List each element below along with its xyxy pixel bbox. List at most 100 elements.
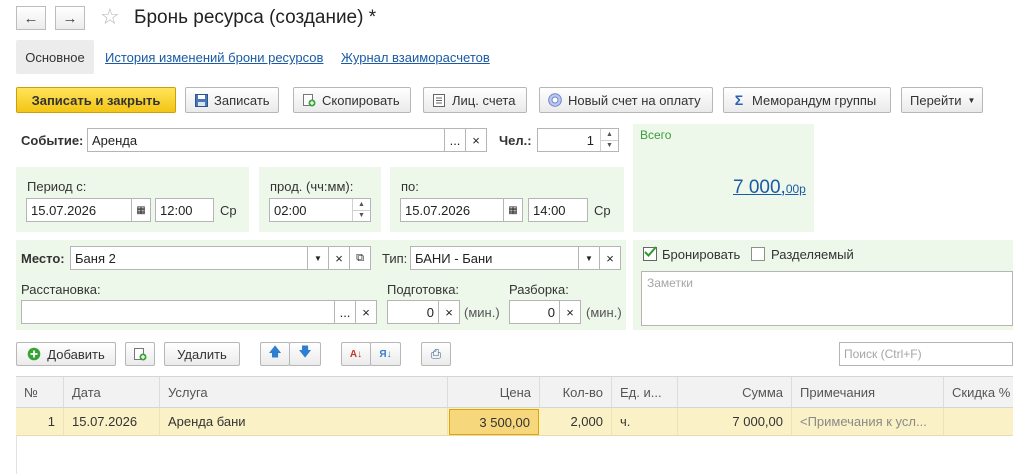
- cell-sum[interactable]: 7 000,00: [678, 408, 792, 435]
- column-header-date[interactable]: Дата: [64, 377, 160, 407]
- shared-checkbox[interactable]: [751, 247, 765, 261]
- day-from-label: Ср: [220, 203, 237, 218]
- teardown-field[interactable]: 0: [509, 300, 560, 324]
- type-dropdown-button[interactable]: ▼: [578, 246, 600, 270]
- event-clear-button[interactable]: ×: [465, 128, 487, 152]
- ellipsis-icon: ...: [449, 132, 461, 148]
- calendar-icon: ▦: [136, 204, 146, 216]
- place-open-button[interactable]: ⧉: [349, 246, 371, 270]
- total-label: Всего: [640, 128, 672, 142]
- date-from-calendar-button[interactable]: ▦: [131, 198, 151, 222]
- place-label: Место:: [21, 251, 65, 266]
- column-header-service[interactable]: Услуга: [160, 377, 448, 407]
- place-dropdown-button[interactable]: ▼: [307, 246, 329, 270]
- cell-notes[interactable]: <Примечания к усл...: [792, 408, 944, 435]
- print-button[interactable]: ⎙: [421, 342, 451, 366]
- new-invoice-label: Новый счет на оплату: [568, 92, 701, 108]
- copy-row-button[interactable]: [125, 342, 155, 366]
- time-from-field[interactable]: 12:00: [155, 198, 214, 222]
- column-header-discount[interactable]: Скидка %: [944, 377, 1013, 407]
- clear-x-icon: ×: [566, 304, 574, 320]
- cell-qty[interactable]: 2,000: [540, 408, 612, 435]
- date-to-calendar-button[interactable]: ▦: [503, 198, 523, 222]
- tab-history-link[interactable]: История изменений брони ресурсов: [105, 50, 323, 65]
- search-input[interactable]: Поиск (Ctrl+F): [839, 342, 1013, 366]
- persons-spin[interactable]: ▲ ▼: [600, 129, 618, 151]
- spin-up-icon[interactable]: ▲: [353, 199, 370, 211]
- column-header-notes[interactable]: Примечания: [792, 377, 944, 407]
- accounts-button[interactable]: Лиц. счета: [423, 87, 527, 113]
- sort-desc-button[interactable]: Я↓: [370, 342, 401, 366]
- back-button[interactable]: ←: [16, 6, 46, 30]
- save-close-button[interactable]: Записать и закрыть: [16, 87, 176, 113]
- goto-dropdown-button[interactable]: Перейти ▼: [901, 87, 983, 113]
- teardown-clear-button[interactable]: ×: [559, 300, 581, 324]
- save-button[interactable]: Записать: [185, 87, 279, 113]
- column-header-qty[interactable]: Кол-во: [540, 377, 612, 407]
- column-header-num[interactable]: №: [16, 377, 64, 407]
- forward-button[interactable]: →: [55, 6, 85, 30]
- book-checkbox[interactable]: [643, 246, 657, 261]
- save-close-label: Записать и закрыть: [31, 92, 161, 108]
- cell-date[interactable]: 15.07.2026: [64, 408, 160, 435]
- open-window-icon: ⧉: [356, 251, 364, 264]
- event-value: Аренда: [92, 132, 138, 148]
- printer-icon: ⎙: [430, 346, 442, 361]
- type-clear-button[interactable]: ×: [599, 246, 621, 270]
- event-select-button[interactable]: ...: [444, 128, 466, 152]
- arrangement-clear-button[interactable]: ×: [355, 300, 377, 324]
- spin-up-icon[interactable]: ▲: [601, 129, 618, 141]
- column-header-unit[interactable]: Ед. и...: [612, 377, 678, 407]
- prep-unit: (мин.): [464, 305, 500, 320]
- delete-row-button[interactable]: Удалить: [164, 342, 240, 366]
- date-from-field[interactable]: 15.07.2026: [26, 198, 132, 222]
- favorite-star-icon[interactable]: ☆: [100, 5, 120, 29]
- duration-stepper[interactable]: 02:00 ▲ ▼: [269, 198, 371, 222]
- arrangement-select-button[interactable]: ...: [334, 300, 356, 324]
- column-header-price[interactable]: Цена: [448, 377, 540, 407]
- tab-main-label: Основное: [25, 49, 85, 65]
- persons-stepper[interactable]: 1 ▲ ▼: [537, 128, 619, 152]
- save-label: Записать: [214, 92, 270, 108]
- caret-down-icon: ▼: [585, 253, 593, 263]
- tab-journal-link[interactable]: Журнал взаиморасчетов: [341, 50, 490, 65]
- cell-unit[interactable]: ч.: [612, 408, 678, 435]
- column-header-sum[interactable]: Сумма: [678, 377, 792, 407]
- time-to-field[interactable]: 14:00: [528, 198, 588, 222]
- cell-service[interactable]: Аренда бани: [160, 408, 448, 435]
- cell-price[interactable]: 3 500,00: [449, 409, 539, 435]
- caret-down-icon: ▼: [967, 95, 976, 105]
- delete-row-label: Удалить: [177, 346, 227, 362]
- prep-clear-button[interactable]: ×: [438, 300, 460, 324]
- tab-main[interactable]: Основное: [16, 40, 94, 74]
- teardown-value: 0: [547, 304, 555, 320]
- date-to-field[interactable]: 15.07.2026: [400, 198, 504, 222]
- place-clear-button[interactable]: ×: [328, 246, 350, 270]
- add-row-button[interactable]: Добавить: [16, 342, 116, 366]
- new-invoice-button[interactable]: Новый счет на оплату: [539, 87, 713, 113]
- cell-discount[interactable]: [944, 408, 1013, 435]
- duration-spin[interactable]: ▲ ▼: [352, 199, 370, 221]
- memo-button[interactable]: Σ Меморандум группы: [723, 87, 891, 113]
- event-field[interactable]: Аренда: [87, 128, 445, 152]
- spin-down-icon[interactable]: ▼: [353, 211, 370, 222]
- sort-asc-button[interactable]: A↓: [341, 342, 371, 366]
- arrangement-field[interactable]: [21, 300, 335, 324]
- duration-value: 02:00: [274, 202, 307, 218]
- table-row[interactable]: 1 15.07.2026 Аренда бани 3 500,00 2,000 …: [16, 408, 1013, 436]
- move-up-button[interactable]: 🡅: [260, 342, 290, 366]
- copy-plus-icon: [302, 93, 316, 107]
- spin-down-icon[interactable]: ▼: [601, 141, 618, 152]
- arrow-right-icon: →: [62, 9, 78, 27]
- copy-button[interactable]: Скопировать: [293, 87, 411, 113]
- type-field[interactable]: БАНИ - Бани: [410, 246, 600, 270]
- cell-num: 1: [16, 408, 64, 435]
- page-title: Бронь ресурса (создание) *: [134, 7, 377, 28]
- teardown-label: Разборка:: [509, 282, 569, 297]
- notes-textarea[interactable]: Заметки: [641, 271, 1013, 326]
- total-amount-link[interactable]: 7 000,00р: [733, 177, 806, 199]
- prep-field[interactable]: 0: [387, 300, 439, 324]
- table-empty-area: [16, 436, 1013, 474]
- place-field[interactable]: Баня 2: [70, 246, 328, 270]
- move-down-button[interactable]: 🡇: [289, 342, 321, 366]
